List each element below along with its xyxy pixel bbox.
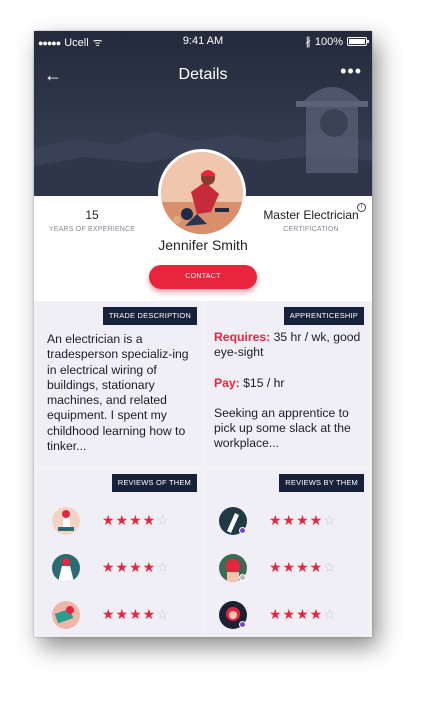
avatar — [158, 149, 246, 237]
experience-stat: 15 YEARS OF EXPERIENCE — [40, 208, 144, 233]
review-item[interactable]: ★★★★☆ — [52, 601, 197, 629]
rating-stars: ★★★★☆ — [102, 512, 170, 528]
avatar-illustration — [161, 152, 243, 234]
certification-stat: Master Electrician CERTIFICATION i — [256, 203, 366, 233]
more-options-icon[interactable]: ••• — [340, 61, 362, 82]
reviews-of-them-tag[interactable]: REVIEWS OF THEM — [111, 474, 197, 492]
page-title: Details — [178, 66, 228, 83]
experience-label: YEARS OF EXPERIENCE — [48, 226, 136, 233]
apprenticeship-card: APPRENTICESHIP Requires: 35 hr / wk, goo… — [205, 303, 368, 466]
reviewer-avatar — [52, 601, 80, 629]
nav-bar: ← Details ••• — [34, 61, 372, 89]
reviews-of-them-card: REVIEWS OF THEM ★★★★☆ ★★★★☆ ★★★★☆ — [38, 470, 201, 637]
trade-description-tag: TRADE DESCRIPTION — [102, 307, 197, 325]
experience-value: 15 — [85, 208, 99, 222]
status-dot — [239, 621, 246, 628]
battery-percent: 100% — [314, 35, 343, 48]
status-bar: ●●●●● Ucell ᯤ 9:41 AM ∦ 100% — [34, 35, 372, 49]
status-dot — [239, 527, 246, 534]
trade-description-text: An electrician is a tradesperson special… — [47, 332, 189, 454]
bluetooth-icon: ∦ — [305, 36, 311, 48]
rating-stars: ★★★★☆ — [269, 606, 337, 622]
contact-button[interactable]: CONTACT — [149, 265, 257, 289]
pay-value: $15 / hr — [239, 375, 285, 390]
review-item[interactable]: ★★★★☆ — [219, 507, 364, 535]
reviewer-avatar — [52, 554, 80, 582]
rating-stars: ★★★★☆ — [102, 606, 170, 622]
rating-stars: ★★★★☆ — [269, 559, 337, 575]
battery-icon — [347, 37, 369, 46]
certification-value: Master Electrician — [263, 208, 359, 222]
trade-description-card: TRADE DESCRIPTION An electrician is a tr… — [38, 303, 201, 466]
requires-label: Requires: — [214, 330, 271, 344]
review-item[interactable]: ★★★★☆ — [52, 554, 197, 582]
review-item[interactable]: ★★★★☆ — [52, 507, 197, 535]
apprenticeship-tag: APPRENTICESHIP — [283, 307, 364, 325]
review-item[interactable]: ★★★★☆ — [219, 554, 364, 582]
rating-stars: ★★★★☆ — [102, 559, 170, 575]
requires-line: Requires: 35 hr / wk, good eye-sight — [214, 330, 364, 361]
review-item[interactable]: ★★★★☆ — [219, 601, 364, 629]
apprenticeship-note: Seeking an apprentice to pick up some sl… — [214, 405, 351, 451]
phone-screen: ●●●●● Ucell ᯤ 9:41 AM ∦ 100% ← Details •… — [34, 31, 372, 637]
reviewer-avatar — [52, 507, 80, 535]
rating-stars: ★★★★☆ — [269, 512, 337, 528]
profile-name: Jennifer Smith — [158, 237, 248, 253]
status-dot — [239, 574, 246, 581]
reviews-by-them-card: REVIEWS BY THEM ★★★★☆ ★★★★☆ ★★★★☆ — [205, 470, 368, 637]
pay-line: Pay: $15 / hr — [214, 376, 364, 391]
reviews-by-them-tag[interactable]: REVIEWS BY THEM — [279, 474, 364, 492]
info-icon[interactable]: i — [357, 203, 366, 212]
certification-label: CERTIFICATION — [283, 226, 339, 233]
pay-label: Pay: — [214, 375, 240, 390]
profile-summary: 15 YEARS OF EXPERIENCE Master Electricia… — [34, 149, 372, 301]
